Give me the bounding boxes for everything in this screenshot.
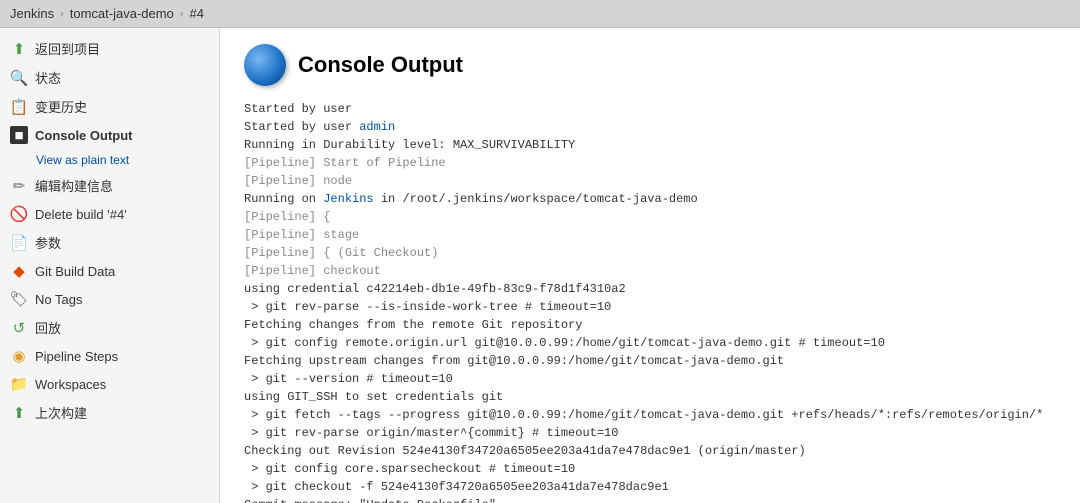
sidebar-item-console[interactable]: ■ Console Output — [0, 121, 219, 149]
sidebar-item-label: 编辑构建信息 — [35, 176, 113, 195]
breadcrumb-jenkins[interactable]: Jenkins — [10, 6, 54, 21]
console-line: Checking out Revision 524e4130f34720a650… — [244, 442, 1056, 460]
page-title: Console Output — [298, 52, 463, 78]
sidebar-item-pipeline-steps[interactable]: ◉ Pipeline Steps — [0, 342, 219, 370]
sidebar-item-params[interactable]: 📄 参数 — [0, 228, 219, 257]
breadcrumb-build: #4 — [189, 6, 203, 21]
sidebar-item-label: Console Output — [35, 128, 133, 143]
sidebar-item-label: 参数 — [35, 233, 61, 252]
sidebar: ⬆ 返回到项目 🔍 状态 📋 变更历史 ■ Console Output Vie… — [0, 28, 220, 503]
sidebar-item-label: 回放 — [35, 318, 61, 337]
console-line: using GIT_SSH to set credentials git — [244, 388, 1056, 406]
console-line: > git config remote.origin.url git@10.0.… — [244, 334, 1056, 352]
console-line: Started by user admin — [244, 118, 1056, 136]
console-line: > git checkout -f 524e4130f34720a6505ee2… — [244, 478, 1056, 496]
sidebar-item-label: No Tags — [35, 292, 82, 307]
console-line: Running on Jenkins in /root/.jenkins/wor… — [244, 190, 1056, 208]
console-output-icon — [244, 44, 286, 86]
console-line: [Pipeline] stage — [244, 226, 1056, 244]
sidebar-item-label: 上次构建 — [35, 403, 87, 422]
console-line: > git rev-parse --is-inside-work-tree # … — [244, 298, 1056, 316]
console-line: > git --version # timeout=10 — [244, 370, 1056, 388]
console-line: Commit message: "Update Dockerfile" — [244, 496, 1056, 503]
history-icon: 📋 — [10, 98, 28, 116]
back-icon: ⬆ — [10, 40, 28, 58]
console-line: Fetching changes from the remote Git rep… — [244, 316, 1056, 334]
sidebar-item-label: View as plain text — [36, 153, 129, 167]
no-tags-icon: 🏷 — [10, 290, 28, 308]
sidebar-item-label: Workspaces — [35, 377, 106, 392]
sidebar-item-workspaces[interactable]: 📁 Workspaces — [0, 370, 219, 398]
params-icon: 📄 — [10, 234, 28, 252]
console-line: > git rev-parse origin/master^{commit} #… — [244, 424, 1056, 442]
sidebar-item-status[interactable]: 🔍 状态 — [0, 63, 219, 92]
console-line: [Pipeline] node — [244, 172, 1056, 190]
main-content: Console Output Started by user Started b… — [220, 28, 1080, 503]
sidebar-item-label: Delete build '#4' — [35, 207, 127, 222]
console-line: Fetching upstream changes from git@10.0.… — [244, 352, 1056, 370]
sidebar-item-prev-build[interactable]: ⬆ 上次构建 — [0, 398, 219, 427]
sidebar-item-no-tags[interactable]: 🏷 No Tags — [0, 285, 219, 313]
sidebar-item-label: 返回到项目 — [35, 39, 100, 58]
git-build-icon: ◆ — [10, 262, 28, 280]
sidebar-item-label: 变更历史 — [35, 97, 87, 116]
sidebar-item-label: Pipeline Steps — [35, 349, 118, 364]
topbar: Jenkins › tomcat-java-demo › #4 — [0, 0, 1080, 28]
replay-icon: ↺ — [10, 319, 28, 337]
console-line: > git fetch --tags --progress git@10.0.0… — [244, 406, 1056, 424]
console-line: using credential c42214eb-db1e-49fb-83c9… — [244, 280, 1056, 298]
sidebar-item-history[interactable]: 📋 变更历史 — [0, 92, 219, 121]
pipeline-steps-icon: ◉ — [10, 347, 28, 365]
console-line: [Pipeline] checkout — [244, 262, 1056, 280]
jenkins-link[interactable]: Jenkins — [323, 192, 373, 206]
sidebar-item-git-build[interactable]: ◆ Git Build Data — [0, 257, 219, 285]
console-line: Started by user — [244, 100, 1056, 118]
sidebar-item-label: 状态 — [35, 68, 61, 87]
breadcrumb-sep-2: › — [180, 8, 184, 20]
console-line: [Pipeline] { — [244, 208, 1056, 226]
page-header: Console Output — [244, 44, 1056, 86]
sidebar-item-delete-build[interactable]: 🚫 Delete build '#4' — [0, 200, 219, 228]
console-line: [Pipeline] Start of Pipeline — [244, 154, 1056, 172]
delete-build-icon: 🚫 — [10, 205, 28, 223]
status-icon: 🔍 — [10, 69, 28, 87]
sidebar-item-replay[interactable]: ↺ 回放 — [0, 313, 219, 342]
console-line: Running in Durability level: MAX_SURVIVA… — [244, 136, 1056, 154]
sidebar-item-edit-build[interactable]: ✏ 编辑构建信息 — [0, 171, 219, 200]
breadcrumb-sep-1: › — [60, 8, 64, 20]
prev-build-icon: ⬆ — [10, 404, 28, 422]
edit-build-icon: ✏ — [10, 177, 28, 195]
admin-link[interactable]: admin — [359, 120, 395, 134]
workspaces-icon: 📁 — [10, 375, 28, 393]
console-icon: ■ — [10, 126, 28, 144]
sidebar-item-plain-text[interactable]: View as plain text — [0, 149, 219, 171]
layout: ⬆ 返回到项目 🔍 状态 📋 变更历史 ■ Console Output Vie… — [0, 28, 1080, 503]
sidebar-item-back[interactable]: ⬆ 返回到项目 — [0, 34, 219, 63]
sidebar-item-label: Git Build Data — [35, 264, 115, 279]
breadcrumb-project[interactable]: tomcat-java-demo — [70, 6, 174, 21]
console-line: > git config core.sparsecheckout # timeo… — [244, 460, 1056, 478]
console-line: [Pipeline] { (Git Checkout) — [244, 244, 1056, 262]
console-output: Started by user Started by user adminRun… — [244, 100, 1056, 503]
